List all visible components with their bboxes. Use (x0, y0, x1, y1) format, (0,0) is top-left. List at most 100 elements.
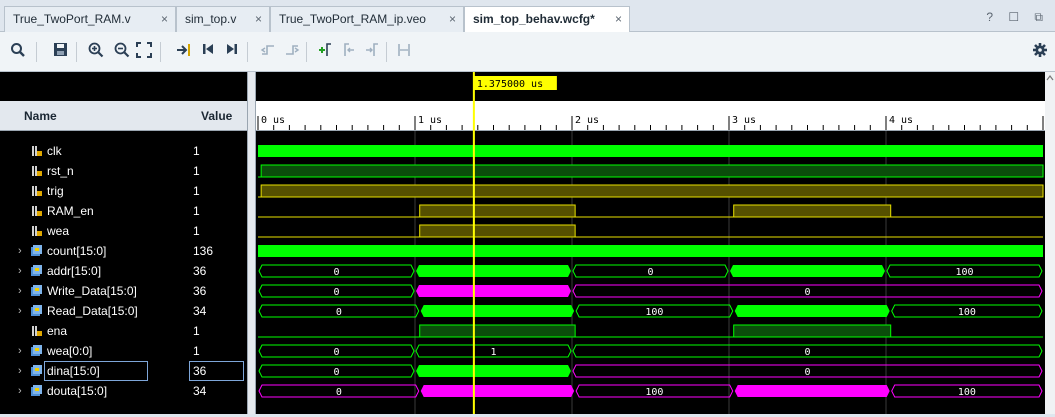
bus-dense-segment (416, 365, 571, 377)
bus-value-label: 0 (336, 387, 342, 398)
signal-row[interactable]: RAM_en (0, 201, 187, 221)
go-to-cursor-icon[interactable] (174, 42, 194, 62)
signal-name-panel: Name clk rst_ntrig RAM_enwea › count[15:0] › a… (0, 72, 187, 414)
signal-value: 34 (193, 304, 207, 318)
previous-transition-icon[interactable] (258, 42, 278, 62)
expand-chevron-icon[interactable]: › (18, 381, 22, 401)
expand-chevron-icon[interactable]: › (18, 261, 22, 281)
cursor-time-label: 1.375000 us (477, 79, 543, 90)
bus-value-label: 100 (645, 307, 663, 318)
expand-chevron-icon[interactable]: › (18, 241, 22, 261)
expand-chevron-icon[interactable]: › (18, 301, 22, 321)
close-icon[interactable]: × (449, 12, 456, 26)
signal-value: 1 (193, 204, 200, 218)
waveform-plot[interactable]: 0 us 1 us 2 us 3 us 4 us0 0 1000 00 100 1000 1 00 00… (256, 72, 1045, 414)
bus-value-label: 0 (804, 367, 810, 378)
bus-value-label: 0 (333, 347, 339, 358)
value-column-header[interactable]: Value (187, 101, 247, 131)
bus-signal-icon (31, 245, 42, 256)
signal-row[interactable]: ena (0, 321, 187, 341)
tab-sim-top-v[interactable]: sim_top.v × (176, 6, 270, 32)
signal-value: 36 (193, 284, 207, 298)
bus-dense-segment (730, 265, 885, 277)
wave-toolbar (0, 32, 1055, 72)
signal-row[interactable]: rst_n (0, 161, 187, 181)
tab-true-twoport-ram-v[interactable]: True_TwoPort_RAM.v × (4, 6, 176, 32)
bus-value-label: 0 (647, 267, 653, 278)
previous-marker-icon[interactable] (338, 42, 358, 62)
toolbar-divider (160, 42, 161, 62)
close-icon[interactable]: × (161, 12, 168, 26)
editor-tab-bar: True_TwoPort_RAM.v × sim_top.v × True_Tw… (0, 0, 1055, 33)
signal-name: douta[15:0] (47, 384, 108, 398)
save-icon[interactable] (50, 42, 70, 62)
bit-signal-icon (32, 166, 42, 176)
scroll-up-icon[interactable] (1045, 72, 1055, 84)
zoom-fit-icon[interactable] (134, 42, 154, 62)
tab-label: sim_top_behav.wcfg* (473, 12, 595, 26)
signal-name: Read_Data[15:0] (47, 304, 138, 318)
signal-name: wea[0:0] (47, 344, 93, 358)
bit-signal-icon (32, 326, 42, 336)
next-transition-icon[interactable] (282, 42, 302, 62)
bit-signal-icon (32, 226, 42, 236)
signal-row[interactable]: › addr[15:0] (0, 261, 187, 281)
tab-sim-top-behav-wcfg[interactable]: sim_top_behav.wcfg* × (464, 6, 630, 33)
swap-cursors-icon[interactable] (394, 42, 414, 62)
bus-dense-segment (420, 385, 575, 397)
toolbar-divider (306, 42, 307, 62)
bus-value-label: 0 (804, 347, 810, 358)
bit-high-segment (733, 324, 892, 338)
signal-name: wea (47, 224, 70, 238)
bus-signal-icon (31, 345, 42, 356)
zoom-in-icon[interactable] (86, 42, 106, 62)
bit-signal-icon (32, 146, 42, 156)
settings-gear-icon[interactable] (1030, 42, 1050, 62)
toolbar-divider (247, 42, 248, 62)
bus-dense-segment (734, 385, 890, 397)
add-marker-icon[interactable] (314, 42, 334, 62)
bus-dense-segment (734, 305, 890, 317)
tab-true-twoport-ram-ip-veo[interactable]: True_TwoPort_RAM_ip.veo × (270, 6, 464, 32)
ruler-tick-label: 2 us (575, 115, 599, 126)
signal-row[interactable]: › Write_Data[15:0] (0, 281, 187, 301)
window-controls[interactable]: ? ☐ ⧉ (986, 10, 1049, 25)
signal-row-selected[interactable]: › dina[15:0] (0, 361, 187, 381)
signal-value: 1 (193, 224, 200, 238)
expand-chevron-icon[interactable]: › (18, 341, 22, 361)
close-icon[interactable]: × (255, 12, 262, 26)
signal-row[interactable]: › Read_Data[15:0] (0, 301, 187, 321)
toolbar-divider (76, 42, 77, 62)
signal-value: 34 (193, 384, 207, 398)
zoom-out-icon[interactable] (112, 42, 132, 62)
next-marker-icon[interactable] (362, 42, 382, 62)
signal-name: trig (47, 184, 64, 198)
bus-value-label: 100 (645, 387, 663, 398)
waveform-canvas[interactable]: 0 us 1 us 2 us 3 us 4 us 0 0 100 0 0 0 100 100 0 1 0 0 0 0… (256, 72, 1045, 414)
signal-row[interactable]: wea (0, 221, 187, 241)
bit-high-segment (260, 164, 1044, 178)
bus-value-label: 0 (333, 287, 339, 298)
signal-name: count[15:0] (47, 244, 107, 258)
name-column-header[interactable]: Name (0, 101, 187, 131)
signal-row[interactable]: › wea[0:0] (0, 341, 187, 361)
signal-row[interactable]: › douta[15:0] (0, 381, 187, 401)
expand-chevron-icon[interactable]: › (18, 281, 22, 301)
expand-chevron-icon[interactable]: › (18, 361, 22, 381)
panel-splitter[interactable] (247, 72, 256, 414)
signal-row[interactable]: › count[15:0] (0, 241, 187, 261)
bit-high-segment (419, 324, 576, 338)
signal-row[interactable]: clk (0, 141, 187, 161)
go-to-time-zero-icon[interactable] (198, 42, 218, 62)
bus-signal-icon (31, 285, 42, 296)
search-icon[interactable] (8, 42, 28, 62)
bus-dense-segment (420, 305, 575, 317)
close-icon[interactable]: × (615, 12, 622, 26)
go-to-last-time-icon[interactable] (222, 42, 242, 62)
vertical-scrollbar[interactable] (1045, 72, 1055, 414)
bus-signal-icon (31, 305, 42, 316)
signal-value: 1 (193, 144, 200, 158)
signal-row[interactable]: trig (0, 181, 187, 201)
bus-dense-segment (416, 265, 571, 277)
tab-label: sim_top.v (185, 12, 237, 26)
